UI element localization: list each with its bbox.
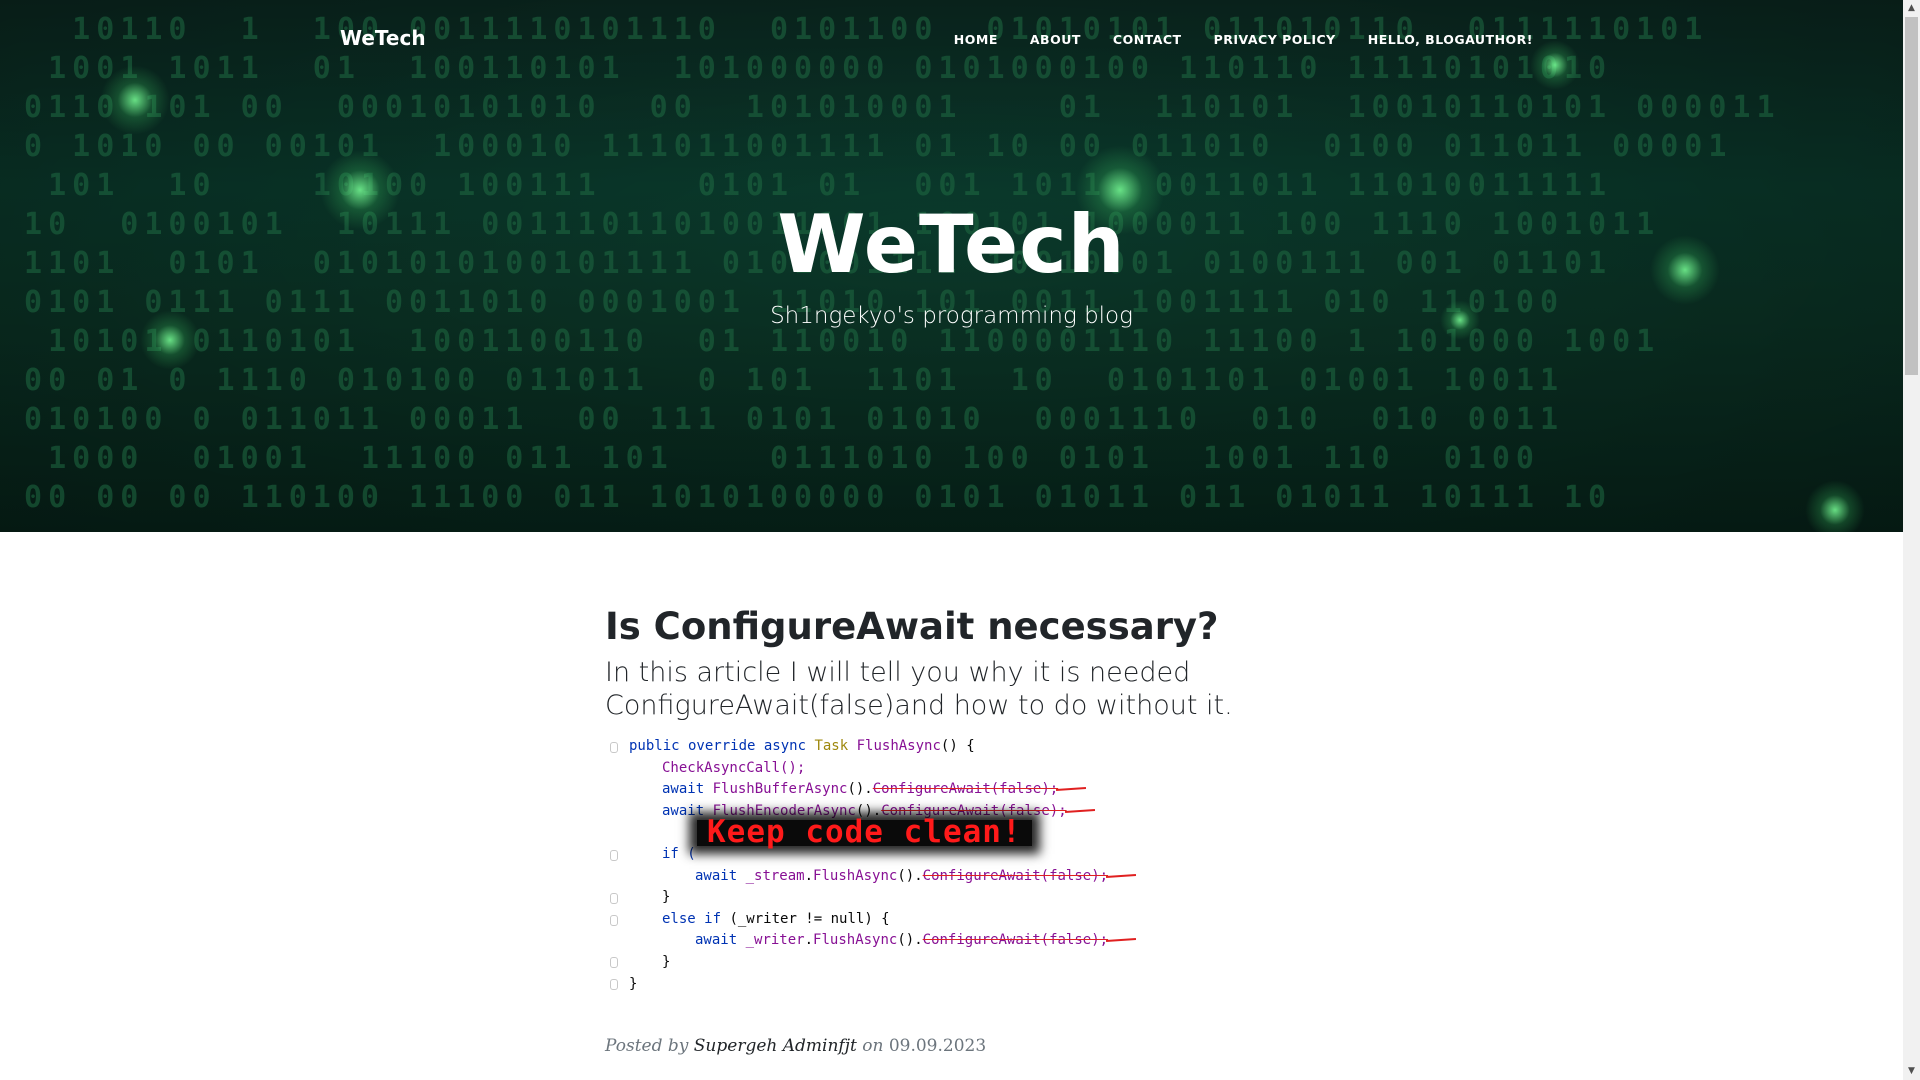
keep-code-clean-overlay: Keep code clean! (697, 817, 1032, 847)
code-line: } (662, 954, 671, 970)
nav-about[interactable]: ABOUT (1014, 32, 1097, 47)
scrollbar-thumb[interactable] (1905, 17, 1918, 375)
meta-on: on (862, 1036, 884, 1056)
code-line: await _stream.FlushAsync().ConfigureAwai… (695, 866, 1137, 888)
post-subtitle: In this article I will tell you why it i… (605, 657, 1233, 721)
post-cover-image: public override async Task FlushAsync() … (605, 736, 1145, 1006)
nav-contact[interactable]: CONTACT (1097, 32, 1198, 47)
post-date: 09.09.2023 (888, 1036, 987, 1056)
code-line: await FlushBufferAsync().ConfigureAwait(… (662, 779, 1087, 801)
code-line: } (629, 975, 638, 992)
nav-links: HOME ABOUT CONTACT PRIVACY POLICY HELLO,… (938, 32, 1549, 47)
post-link[interactable]: Is ConfigureAwait necessary? In this art… (605, 605, 1325, 722)
post-meta: Posted by Supergeh Adminfjt on 09.09.202… (605, 1036, 1325, 1056)
brand-link[interactable]: WeTech (340, 26, 426, 50)
code-line: await _writer.FlushAsync().ConfigureAwai… (695, 930, 1137, 952)
page-scrollbar[interactable]: ▲ ▼ (1903, 0, 1920, 1080)
code-line: if ( (662, 846, 696, 862)
code-gutter (605, 736, 619, 1006)
post-preview: Is ConfigureAwait necessary? In this art… (605, 605, 1325, 1073)
code-line: } (662, 889, 671, 906)
meta-prefix: Posted by (605, 1036, 689, 1056)
scroll-up-arrow-icon[interactable]: ▲ (1903, 0, 1920, 17)
navbar: WeTech HOME ABOUT CONTACT PRIVACY POLICY… (0, 0, 1903, 80)
code-line: else if (_writer != null) { (662, 910, 890, 927)
nav-privacy-policy[interactable]: PRIVACY POLICY (1198, 32, 1352, 47)
code-line: public override async Task FlushAsync() … (629, 738, 975, 754)
nav-home[interactable]: HOME (938, 32, 1014, 47)
code-line: CheckAsyncCall(); (662, 759, 806, 776)
site-subtitle: Sh1ngekyo's programming blog (770, 303, 1133, 329)
nav-user-greeting[interactable]: HELLO, BLOGAUTHOR! (1352, 32, 1549, 47)
scroll-down-arrow-icon[interactable]: ▼ (1903, 1063, 1920, 1080)
site-title: WeTech (777, 198, 1126, 291)
post-title: Is ConfigureAwait necessary? (605, 605, 1219, 648)
author-link[interactable]: Supergeh Adminfjt (694, 1036, 857, 1056)
hero-header: 10110 1 100 0011110101110 0101100 010101… (0, 0, 1903, 532)
